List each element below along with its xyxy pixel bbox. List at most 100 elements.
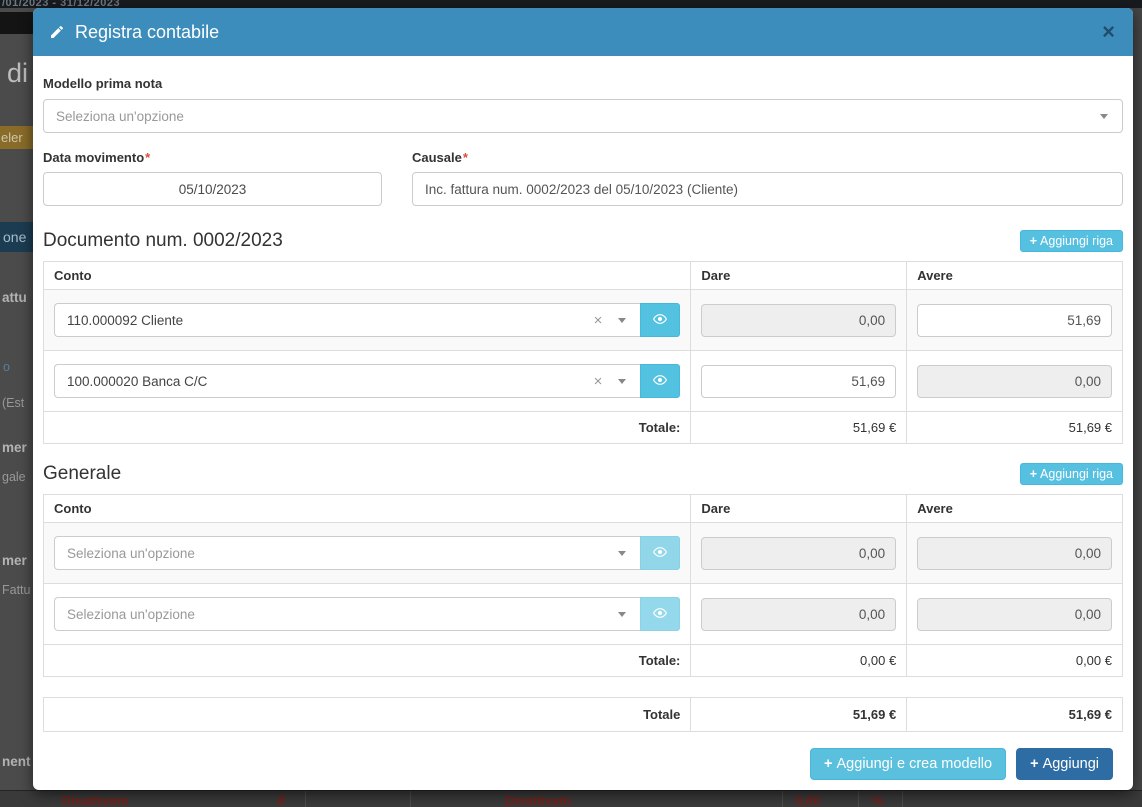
generale-section-header: Generale +Aggiungi riga — [43, 463, 1123, 485]
view-account-button[interactable] — [640, 303, 680, 337]
background-x-mark: ✗ — [276, 793, 287, 807]
background-orange-button-fragment: eler — [0, 126, 33, 149]
chevron-down-icon — [618, 612, 626, 617]
background-fragment: Fattu — [2, 583, 31, 597]
plus-icon: + — [824, 756, 832, 772]
documento-total-row: Totale: 51,69 € 51,69 € — [44, 412, 1123, 444]
total-label: Totale: — [44, 412, 691, 444]
background-percent-text: % — [872, 793, 884, 807]
chevron-down-icon — [1100, 114, 1108, 119]
data-movimento-input[interactable] — [43, 172, 382, 206]
plus-icon: + — [1030, 234, 1037, 248]
total-label: Totale: — [44, 645, 691, 677]
clear-selection-icon[interactable]: × — [594, 312, 603, 329]
divider — [305, 791, 306, 807]
modello-prima-nota-select[interactable]: Seleziona un'opzione — [43, 99, 1123, 133]
avere-input — [917, 537, 1112, 570]
conto-select-group: 100.000020 Banca C/C × — [54, 364, 680, 398]
view-account-button[interactable] — [640, 364, 680, 398]
conto-select[interactable]: Seleziona un'opzione — [54, 597, 640, 631]
conto-select[interactable]: 110.000092 Cliente × — [54, 303, 640, 337]
documento-section-header: Documento num. 0002/2023 +Aggiungi riga — [43, 230, 1123, 252]
grand-total-avere: 51,69 € — [907, 698, 1123, 732]
conto-select[interactable]: Seleziona un'opzione — [54, 536, 640, 570]
dare-input — [701, 304, 896, 337]
table-row: 100.000020 Banca C/C × — [44, 351, 1123, 412]
avere-input[interactable] — [917, 304, 1112, 337]
pencil-icon — [49, 24, 65, 40]
background-fragment: mer — [2, 553, 27, 568]
aggiungi-e-crea-modello-button[interactable]: +Aggiungi e crea modello — [810, 748, 1006, 780]
conto-select-group: 110.000092 Cliente × — [54, 303, 680, 337]
modal-footer: +Aggiungi e crea modello +Aggiungi — [43, 732, 1123, 780]
avere-input — [917, 598, 1112, 631]
generale-section-title: Generale — [43, 463, 121, 485]
background-fragment: attu — [2, 290, 27, 305]
add-row-button-documento[interactable]: +Aggiungi riga — [1020, 230, 1123, 252]
chevron-down-icon — [618, 551, 626, 556]
causale-input[interactable] — [412, 172, 1123, 206]
total-avere: 0,00 € — [907, 645, 1123, 677]
total-avere: 51,69 € — [907, 412, 1123, 444]
background-status-text: Disattivato — [505, 793, 571, 807]
date-causale-row: Data movimento* Causale* — [43, 150, 1123, 206]
generale-total-row: Totale: 0,00 € 0,00 € — [44, 645, 1123, 677]
background-fragment: gale — [2, 470, 26, 484]
total-dare: 0,00 € — [691, 645, 907, 677]
view-account-button — [640, 536, 680, 570]
documento-table: Conto Dare Avere 110.000092 Cliente × — [43, 261, 1123, 444]
dare-input[interactable] — [701, 365, 896, 398]
background-topbar: /01/2023 - 31/12/2023 — [0, 0, 1142, 8]
table-row: Seleziona un'opzione — [44, 584, 1123, 645]
documento-section-title: Documento num. 0002/2023 — [43, 230, 283, 252]
add-row-button-generale[interactable]: +Aggiungi riga — [1020, 463, 1123, 485]
eye-icon — [652, 544, 668, 563]
background-page-left-strip: di eler one attu o (Est mer gale mer Fat… — [0, 8, 33, 790]
background-fragment: nent — [2, 754, 31, 769]
avere-input — [917, 365, 1112, 398]
eye-icon — [652, 372, 668, 391]
chevron-down-icon — [618, 379, 626, 384]
divider — [782, 791, 783, 807]
modal-header: Registra contabile × — [33, 8, 1133, 56]
data-movimento-label: Data movimento* — [43, 150, 382, 165]
modal-title-text: Registra contabile — [75, 22, 219, 43]
table-row: 110.000092 Cliente × — [44, 290, 1123, 351]
grand-total-table: Totale 51,69 € 51,69 € — [43, 697, 1123, 732]
plus-icon: + — [1030, 467, 1037, 481]
background-amount-text: 0,00 — [795, 793, 820, 807]
column-header-dare: Dare — [691, 262, 907, 290]
causale-label: Causale* — [412, 150, 1123, 165]
dare-input — [701, 598, 896, 631]
close-icon[interactable]: × — [1100, 21, 1117, 43]
column-header-conto: Conto — [44, 262, 691, 290]
divider — [410, 791, 411, 807]
eye-icon — [652, 605, 668, 624]
aggiungi-button[interactable]: +Aggiungi — [1016, 748, 1113, 780]
background-fragment: (Est — [2, 396, 24, 410]
generale-table: Conto Dare Avere Seleziona un'opzione — [43, 494, 1123, 677]
required-asterisk: * — [463, 150, 468, 165]
registra-contabile-modal: Registra contabile × Modello prima nota … — [33, 8, 1133, 790]
total-dare: 51,69 € — [691, 412, 907, 444]
causale-group: Causale* — [412, 150, 1123, 206]
column-header-avere: Avere — [907, 495, 1123, 523]
background-fragment: o — [3, 360, 10, 374]
background-block — [0, 12, 33, 34]
conto-select[interactable]: 100.000020 Banca C/C × — [54, 364, 640, 398]
column-header-avere: Avere — [907, 262, 1123, 290]
column-header-dare: Dare — [691, 495, 907, 523]
table-row: Seleziona un'opzione — [44, 523, 1123, 584]
conto-select-group: Seleziona un'opzione — [54, 597, 680, 631]
background-tab-fragment: one — [0, 222, 33, 252]
data-movimento-group: Data movimento* — [43, 150, 382, 206]
background-fragment: di — [7, 58, 28, 89]
background-fragment: mer — [2, 440, 27, 455]
modal-title: Registra contabile — [49, 22, 219, 43]
grand-total-label: Totale — [44, 698, 691, 732]
divider — [858, 791, 859, 807]
required-asterisk: * — [145, 150, 150, 165]
chevron-down-icon — [618, 318, 626, 323]
clear-selection-icon[interactable]: × — [594, 373, 603, 390]
divider — [902, 791, 903, 807]
